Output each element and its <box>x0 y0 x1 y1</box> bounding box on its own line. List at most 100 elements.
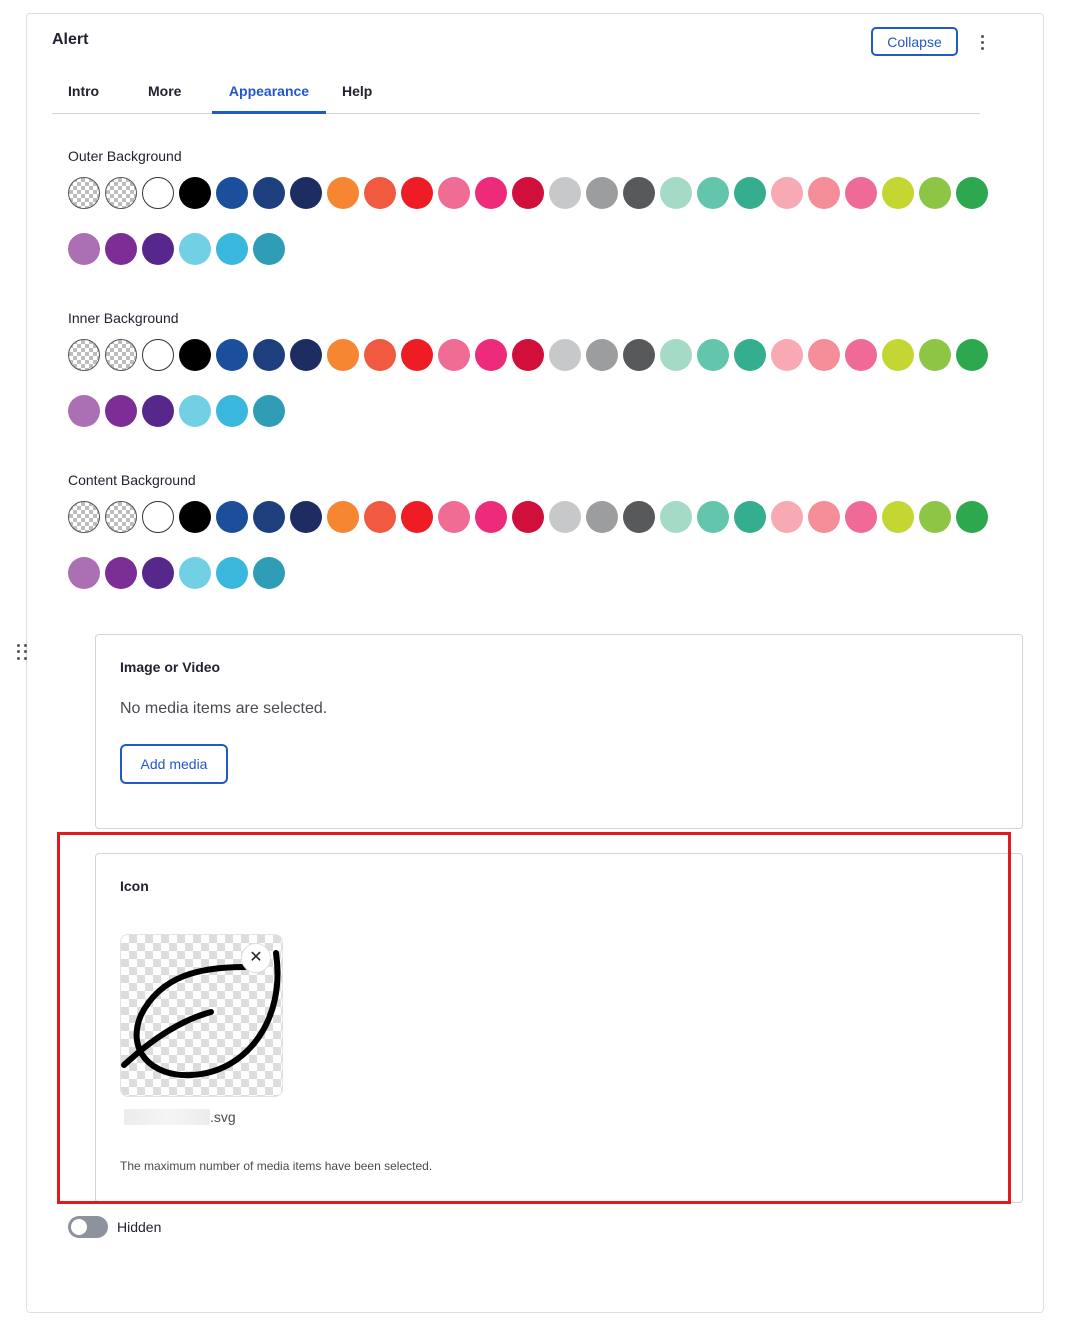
color-swatch[interactable] <box>660 501 692 533</box>
tab-help[interactable]: Help <box>342 78 372 114</box>
color-swatch[interactable] <box>919 339 951 371</box>
color-swatch[interactable] <box>142 557 174 589</box>
color-swatch[interactable] <box>142 339 174 371</box>
color-swatch[interactable] <box>142 501 174 533</box>
color-swatch[interactable] <box>364 177 396 209</box>
color-swatch[interactable] <box>734 177 766 209</box>
color-swatch[interactable] <box>327 501 359 533</box>
color-swatch[interactable] <box>512 339 544 371</box>
color-swatch[interactable] <box>956 177 988 209</box>
color-swatch[interactable] <box>919 177 951 209</box>
add-media-button[interactable]: Add media <box>120 744 228 784</box>
color-swatch[interactable] <box>623 177 655 209</box>
color-swatch[interactable] <box>179 395 211 427</box>
color-swatch[interactable] <box>253 339 285 371</box>
color-swatch[interactable] <box>475 501 507 533</box>
color-swatch[interactable] <box>808 339 840 371</box>
color-swatch[interactable] <box>660 177 692 209</box>
color-swatch[interactable] <box>179 233 211 265</box>
color-swatch[interactable] <box>845 501 877 533</box>
hidden-toggle[interactable] <box>68 1216 108 1238</box>
color-swatch[interactable] <box>882 339 914 371</box>
drag-handle-icon[interactable] <box>17 644 29 660</box>
color-swatch[interactable] <box>512 177 544 209</box>
color-swatch[interactable] <box>438 339 470 371</box>
more-actions-icon[interactable] <box>974 30 990 54</box>
color-swatch[interactable] <box>549 177 581 209</box>
color-swatch[interactable] <box>697 339 729 371</box>
color-swatch[interactable] <box>697 177 729 209</box>
color-swatch[interactable] <box>734 501 766 533</box>
color-swatch[interactable] <box>216 501 248 533</box>
color-swatch[interactable] <box>549 501 581 533</box>
color-swatch[interactable] <box>290 501 322 533</box>
color-swatch[interactable] <box>919 501 951 533</box>
color-swatch[interactable] <box>771 177 803 209</box>
color-swatch[interactable] <box>179 501 211 533</box>
color-swatch[interactable] <box>142 233 174 265</box>
color-swatch[interactable] <box>68 233 100 265</box>
color-swatch[interactable] <box>512 501 544 533</box>
color-swatch[interactable] <box>68 177 100 209</box>
color-swatch[interactable] <box>475 177 507 209</box>
color-swatch[interactable] <box>105 557 137 589</box>
color-swatch[interactable] <box>623 339 655 371</box>
color-swatch[interactable] <box>586 339 618 371</box>
color-swatch[interactable] <box>216 557 248 589</box>
color-swatch[interactable] <box>660 339 692 371</box>
color-swatch[interactable] <box>475 339 507 371</box>
color-swatch[interactable] <box>142 395 174 427</box>
color-swatch[interactable] <box>808 501 840 533</box>
collapse-button[interactable]: Collapse <box>871 27 958 56</box>
color-swatch[interactable] <box>364 339 396 371</box>
color-swatch[interactable] <box>142 177 174 209</box>
color-swatch[interactable] <box>253 177 285 209</box>
color-swatch[interactable] <box>68 395 100 427</box>
color-swatch[interactable] <box>216 233 248 265</box>
color-swatch[interactable] <box>956 501 988 533</box>
color-swatch[interactable] <box>845 339 877 371</box>
color-swatch[interactable] <box>179 339 211 371</box>
color-swatch[interactable] <box>401 177 433 209</box>
color-swatch[interactable] <box>364 501 396 533</box>
color-swatch[interactable] <box>882 501 914 533</box>
color-swatch[interactable] <box>105 501 137 533</box>
color-swatch[interactable] <box>956 339 988 371</box>
color-swatch[interactable] <box>179 557 211 589</box>
color-swatch[interactable] <box>586 501 618 533</box>
color-swatch[interactable] <box>438 501 470 533</box>
color-swatch[interactable] <box>697 501 729 533</box>
color-swatch[interactable] <box>216 339 248 371</box>
color-swatch[interactable] <box>68 557 100 589</box>
color-swatch[interactable] <box>68 501 100 533</box>
color-swatch[interactable] <box>401 339 433 371</box>
tab-intro[interactable]: Intro <box>68 78 99 114</box>
color-swatch[interactable] <box>253 557 285 589</box>
color-swatch[interactable] <box>549 339 581 371</box>
color-swatch[interactable] <box>105 395 137 427</box>
color-swatch[interactable] <box>438 177 470 209</box>
color-swatch[interactable] <box>771 501 803 533</box>
color-swatch[interactable] <box>734 339 766 371</box>
tab-more[interactable]: More <box>148 78 181 114</box>
color-swatch[interactable] <box>216 395 248 427</box>
color-swatch[interactable] <box>253 233 285 265</box>
color-swatch[interactable] <box>179 177 211 209</box>
color-swatch[interactable] <box>771 339 803 371</box>
color-swatch[interactable] <box>327 177 359 209</box>
color-swatch[interactable] <box>105 177 137 209</box>
color-swatch[interactable] <box>216 177 248 209</box>
color-swatch[interactable] <box>882 177 914 209</box>
color-swatch[interactable] <box>327 339 359 371</box>
color-swatch[interactable] <box>623 501 655 533</box>
color-swatch[interactable] <box>845 177 877 209</box>
tab-appearance[interactable]: Appearance <box>212 78 326 114</box>
color-swatch[interactable] <box>586 177 618 209</box>
color-swatch[interactable] <box>105 339 137 371</box>
color-swatch[interactable] <box>808 177 840 209</box>
color-swatch[interactable] <box>401 501 433 533</box>
color-swatch[interactable] <box>290 339 322 371</box>
color-swatch[interactable] <box>105 233 137 265</box>
color-swatch[interactable] <box>253 395 285 427</box>
color-swatch[interactable] <box>253 501 285 533</box>
